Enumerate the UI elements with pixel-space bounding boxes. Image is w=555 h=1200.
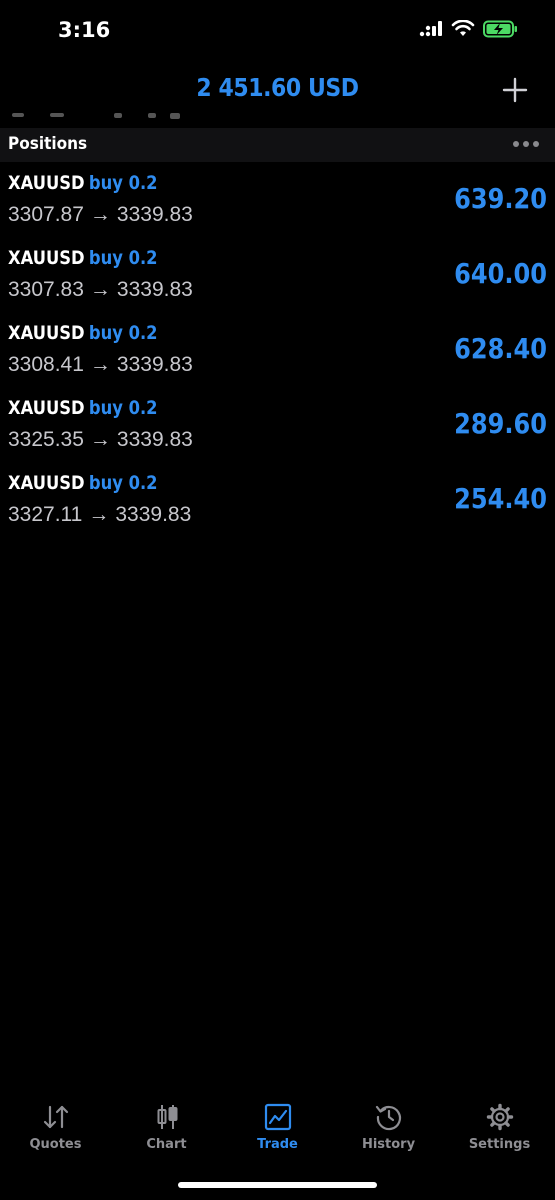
tab-label: Quotes (29, 1137, 82, 1152)
tab-label: Settings (468, 1137, 531, 1152)
header: 2 451.60 USD (0, 64, 555, 116)
position-row[interactable]: XAUUSD buy 0.2 3327.11 → 3339.83 254.40 (0, 462, 555, 537)
arrow-right-icon: → (89, 278, 111, 301)
tab-label: Chart (146, 1137, 187, 1152)
status-bar: 3:16 (0, 0, 555, 64)
trade-chart-icon (264, 1103, 291, 1131)
home-indicator (178, 1182, 377, 1188)
open-price: 3308.41 (8, 353, 84, 376)
arrow-right-icon: → (89, 428, 111, 451)
position-symbol: XAUUSD (8, 247, 85, 269)
position-profit: 254.40 (454, 482, 547, 515)
position-type: buy 0.2 (88, 322, 158, 344)
position-row[interactable]: XAUUSD buy 0.2 3307.87 → 3339.83 639.20 (0, 162, 555, 237)
status-time: 3:16 (58, 18, 111, 42)
positions-list: XAUUSD buy 0.2 3307.87 → 3339.83 639.20 XAU… (0, 162, 555, 537)
arrow-right-icon: → (89, 203, 111, 226)
battery-charging-icon (483, 20, 517, 38)
open-price: 3327.11 (8, 503, 83, 526)
position-title: XAUUSD buy 0.2 (8, 322, 158, 344)
position-profit: 639.20 (454, 182, 547, 215)
current-price: 3339.83 (116, 203, 193, 226)
position-title: XAUUSD buy 0.2 (8, 472, 158, 494)
position-prices: 3307.87 → 3339.83 (8, 203, 193, 227)
positions-section-header: Positions (0, 128, 555, 162)
cellular-signal-icon (419, 21, 442, 37)
position-type: buy 0.2 (88, 172, 158, 194)
position-symbol: XAUUSD (8, 472, 85, 494)
position-type: buy 0.2 (88, 472, 158, 494)
tab-label: Trade (257, 1137, 298, 1152)
position-prices: 3327.11 → 3339.83 (8, 503, 191, 527)
position-type: buy 0.2 (88, 247, 158, 269)
position-title: XAUUSD buy 0.2 (8, 397, 158, 419)
more-options-icon[interactable] (513, 141, 539, 147)
open-price: 3307.87 (8, 203, 84, 226)
open-price: 3307.83 (8, 278, 84, 301)
position-type: buy 0.2 (88, 397, 158, 419)
tab-history[interactable]: History (333, 1102, 444, 1162)
tab-quotes[interactable]: Quotes (0, 1102, 111, 1162)
history-icon (375, 1105, 401, 1131)
position-symbol: XAUUSD (8, 172, 85, 194)
wifi-icon (451, 20, 475, 36)
account-balance: 2 451.60 USD (196, 73, 359, 102)
position-row[interactable]: XAUUSD buy 0.2 3308.41 → 3339.83 628.40 (0, 312, 555, 387)
tab-label: History (361, 1137, 416, 1152)
position-profit: 628.40 (454, 332, 547, 365)
position-profit: 640.00 (454, 257, 547, 290)
position-prices: 3325.35 → 3339.83 (8, 428, 193, 452)
open-price: 3325.35 (8, 428, 84, 451)
position-symbol: XAUUSD (8, 322, 85, 344)
position-prices: 3308.41 → 3339.83 (8, 353, 193, 377)
current-price: 3339.83 (116, 353, 193, 376)
add-position-button[interactable] (501, 76, 529, 104)
current-price: 3339.83 (116, 428, 193, 451)
position-title: XAUUSD buy 0.2 (8, 247, 158, 269)
position-symbol: XAUUSD (8, 397, 85, 419)
position-title: XAUUSD buy 0.2 (8, 172, 158, 194)
current-price: 3339.83 (115, 503, 192, 526)
status-icons (419, 20, 519, 38)
arrow-right-icon: → (89, 353, 111, 376)
current-price: 3339.83 (116, 278, 193, 301)
position-profit: 289.60 (454, 407, 547, 440)
section-title: Positions (8, 134, 88, 154)
quotes-icon (43, 1105, 68, 1129)
scrolled-content-remnant (10, 110, 190, 120)
gear-icon (486, 1103, 513, 1131)
position-row[interactable]: XAUUSD buy 0.2 3307.83 → 3339.83 640.00 (0, 237, 555, 312)
position-row[interactable]: XAUUSD buy 0.2 3325.35 → 3339.83 289.60 (0, 387, 555, 462)
candlestick-icon (157, 1105, 177, 1129)
tab-settings[interactable]: Settings (444, 1102, 555, 1162)
tab-trade[interactable]: Trade (222, 1102, 333, 1162)
arrow-right-icon: → (88, 503, 110, 526)
position-prices: 3307.83 → 3339.83 (8, 278, 193, 302)
tab-chart[interactable]: Chart (111, 1102, 222, 1162)
